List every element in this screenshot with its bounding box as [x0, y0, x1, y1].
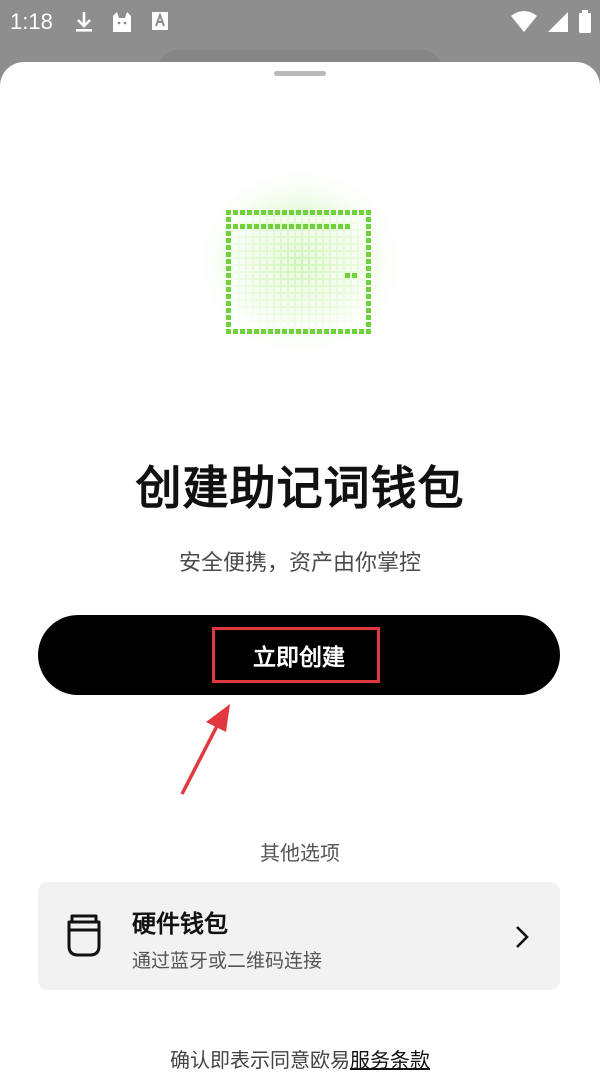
hardware-wallet-description: 通过蓝牙或二维码连接: [132, 950, 323, 972]
status-bar: 1:18: [0, 0, 600, 48]
cat-app-icon: [113, 12, 131, 32]
download-icon: [76, 12, 92, 32]
wifi-icon: [511, 11, 537, 32]
hardware-wallet-option[interactable]: 硬件钱包 通过蓝牙或二维码连接: [38, 882, 560, 990]
sheet-drag-handle[interactable]: [274, 71, 326, 76]
terms-prefix: 确认即表示同意欧易: [170, 1048, 350, 1072]
other-options-label: 其他选项: [260, 841, 340, 865]
pixel-wallet-icon: [190, 162, 410, 362]
bottom-sheet: 创建助记词钱包 安全便携，资产由你掌控 立即创建 其他选项 硬件钱包 通过蓝牙或…: [0, 62, 600, 1073]
page-title: 创建助记词钱包: [135, 461, 465, 515]
hardware-wallet-icon: [67, 914, 101, 957]
signal-icon: [548, 12, 568, 32]
create-now-label: 立即创建: [253, 645, 345, 671]
create-now-button[interactable]: 立即创建: [38, 615, 560, 695]
chevron-right-icon: [516, 926, 529, 948]
battery-icon: [579, 10, 591, 33]
terms-of-service-link[interactable]: 服务条款: [350, 1048, 430, 1072]
hardware-wallet-title: 硬件钱包: [132, 910, 228, 938]
status-time: 1:18: [10, 9, 53, 34]
page-subtitle: 安全便携，资产由你掌控: [178, 551, 421, 576]
annotation-arrow-icon: [180, 704, 230, 795]
text-a-icon: [152, 12, 168, 30]
terms-notice: 确认即表示同意欧易服务条款: [0, 1044, 600, 1073]
